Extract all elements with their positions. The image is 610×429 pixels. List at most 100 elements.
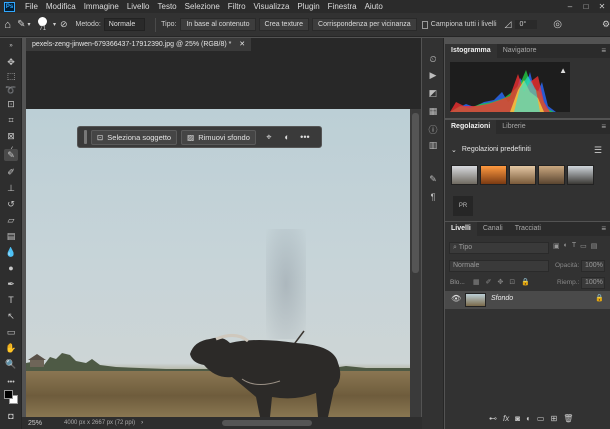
crop-tool-icon[interactable]: ⌗	[4, 114, 18, 126]
zoom-level[interactable]: 25%	[22, 420, 48, 427]
menu-file[interactable]: File	[21, 2, 42, 11]
sample-all-checkbox[interactable]	[421, 20, 428, 29]
hand-tool-icon[interactable]: ✋	[4, 342, 18, 354]
brush-size-picker[interactable]: 71	[37, 17, 49, 32]
menu-filtro[interactable]: Filtro	[224, 2, 250, 11]
drag-handle-icon[interactable]	[84, 130, 87, 144]
swatches-panel-icon[interactable]: ▥	[426, 138, 440, 152]
menu-plugin[interactable]: Plugin	[293, 2, 323, 11]
shape-filter-icon[interactable]: ▭	[580, 242, 587, 250]
clone-stamp-tool-icon[interactable]: ⊥	[4, 182, 18, 194]
settings-icon[interactable]: ⚙	[602, 19, 610, 30]
vertical-scrollbar[interactable]	[410, 109, 421, 417]
panel-menu-icon[interactable]: ≡	[601, 224, 606, 233]
fx-icon[interactable]: fx	[503, 414, 509, 423]
rectangle-tool-icon[interactable]: ▭	[4, 326, 18, 338]
adjustment-icon[interactable]: ◐	[278, 132, 296, 142]
angle-field[interactable]: 0°	[515, 20, 538, 29]
panel-menu-icon[interactable]: ≡	[601, 46, 606, 55]
tab-regolazioni[interactable]: Regolazioni	[445, 120, 497, 134]
add-mask-icon[interactable]: ◙	[515, 414, 520, 423]
path-selection-tool-icon[interactable]: ↖	[4, 310, 18, 322]
horizontal-scrollbar-thumb[interactable]	[222, 420, 312, 426]
home-icon[interactable]: ⌂	[0, 19, 15, 31]
tool-preset-chevron-icon[interactable]: ▾	[28, 21, 31, 28]
menu-immagine[interactable]: Immagine	[80, 2, 123, 11]
close-window-button[interactable]: ✕	[594, 0, 610, 13]
document-tab[interactable]: pexels-zeng-jinwen-679366437-17912390.jp…	[26, 38, 252, 51]
transform-icon[interactable]: ⌖	[260, 132, 278, 143]
new-layer-icon[interactable]: ⊞	[550, 414, 557, 423]
move-tool-icon[interactable]: ✥	[4, 56, 18, 68]
lock-position-icon[interactable]: ✥	[498, 278, 504, 286]
preset-thumbnail-5[interactable]	[567, 165, 594, 185]
presets-header[interactable]: ⌄ Regolazioni predefiniti	[451, 146, 531, 154]
document-info[interactable]: 4000 px x 2667 px (72 ppi)	[48, 420, 135, 426]
tab-histogram[interactable]: Istogramma	[445, 44, 497, 58]
menu-visualizza[interactable]: Visualizza	[250, 2, 294, 11]
brush-settings-icon[interactable]: ⊘	[60, 19, 68, 30]
paragraph-panel-icon[interactable]: ¶	[426, 190, 440, 204]
color-panel-icon[interactable]: ◩	[426, 86, 440, 100]
brush-pressure-icon[interactable]: ◎	[553, 19, 562, 30]
info-panel-icon[interactable]: ⓘ	[426, 122, 440, 136]
properties-panel-icon[interactable]: ▦	[426, 104, 440, 118]
foreground-color-swatch[interactable]	[4, 390, 13, 399]
proximity-match-button[interactable]: Corrispondenza per vicinanza	[312, 18, 417, 31]
warning-icon[interactable]: ▲	[559, 66, 567, 75]
marquee-tool-icon[interactable]: ⬚	[4, 70, 18, 82]
tab-navigator[interactable]: Navigatore	[497, 44, 543, 58]
scrollbar-thumb[interactable]	[412, 113, 419, 273]
brushes-panel-icon[interactable]: ✎	[426, 172, 440, 186]
more-presets-button[interactable]: PR	[453, 196, 473, 216]
collapse-toolbar-icon[interactable]: »	[4, 40, 18, 52]
canvas-area[interactable]	[26, 51, 421, 417]
tab-canali[interactable]: Canali	[477, 222, 509, 236]
delete-layer-icon[interactable]: 🗑	[563, 414, 573, 423]
create-texture-button[interactable]: Crea texture	[258, 18, 310, 31]
quick-mask-icon[interactable]: ◘	[4, 410, 18, 422]
menu-modifica[interactable]: Modifica	[42, 2, 80, 11]
more-options-icon[interactable]: •••	[296, 132, 314, 142]
remove-background-button[interactable]: ▨ Rimuovi sfondo	[181, 129, 256, 145]
brush-chevron-icon[interactable]: ▾	[53, 21, 56, 28]
maximize-button[interactable]: □	[578, 0, 594, 13]
lock-all-icon[interactable]: 🔒	[521, 278, 530, 286]
tab-librerie[interactable]: Librerie	[496, 120, 531, 134]
eraser-tool-icon[interactable]: ▱	[4, 214, 18, 226]
pixel-filter-icon[interactable]: ▣	[553, 242, 560, 250]
brush-tool-icon[interactable]: ✐	[4, 166, 18, 178]
menu-selezione[interactable]: Selezione	[181, 2, 224, 11]
zoom-tool-icon[interactable]: 🔍	[4, 358, 18, 370]
document-image[interactable]	[26, 109, 410, 417]
menu-aiuto[interactable]: Aiuto	[361, 2, 387, 11]
pressure-icon[interactable]: ◿	[505, 19, 512, 30]
actions-panel-icon[interactable]: ▶	[426, 68, 440, 82]
gradient-tool-icon[interactable]: ▤	[4, 230, 18, 242]
select-subject-button[interactable]: ⊡ Seleziona soggetto	[91, 129, 178, 145]
metodo-select[interactable]: Normale	[103, 18, 146, 31]
type-filter-icon[interactable]: T	[572, 242, 576, 250]
minimize-button[interactable]: –	[562, 0, 578, 13]
panel-menu-icon[interactable]: ≡	[601, 122, 606, 131]
menu-testo[interactable]: Testo	[154, 2, 181, 11]
history-panel-icon[interactable]: ⏲	[426, 52, 440, 66]
new-group-icon[interactable]: ▭	[537, 414, 545, 423]
lock-artboard-icon[interactable]: ⊡	[509, 278, 515, 286]
tab-livelli[interactable]: Livelli	[445, 222, 477, 236]
blur-tool-icon[interactable]: 💧	[4, 246, 18, 258]
close-tab-icon[interactable]: ✕	[239, 41, 245, 48]
adjust-filter-icon[interactable]: ◐	[564, 242, 568, 250]
lasso-tool-icon[interactable]: ➰	[4, 84, 18, 96]
new-adjustment-icon[interactable]: ◐	[526, 414, 531, 423]
layer-filter-search[interactable]: ⌕ Tipo	[449, 242, 549, 254]
object-selection-tool-icon[interactable]: ⊡	[4, 98, 18, 110]
dodge-tool-icon[interactable]: ●	[4, 262, 18, 274]
preset-thumbnail-3[interactable]	[509, 165, 536, 185]
frame-tool-icon[interactable]: ⊠	[4, 130, 18, 142]
fill-field[interactable]: 100%	[581, 277, 605, 289]
pen-tool-icon[interactable]: ✒	[4, 278, 18, 290]
opacity-field[interactable]: 100%	[581, 260, 605, 272]
status-chevron-icon[interactable]: ›	[141, 420, 143, 426]
link-layers-icon[interactable]: ⊷	[489, 414, 497, 423]
